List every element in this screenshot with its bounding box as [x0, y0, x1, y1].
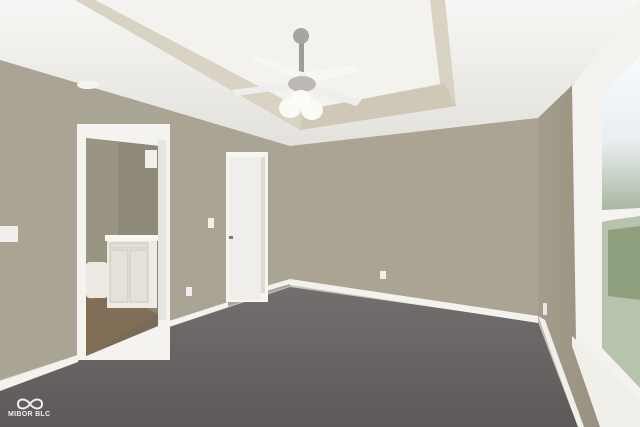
wall-outlet-back [380, 271, 386, 279]
watermark-text: MIBOR BLC [8, 411, 51, 418]
light-switch [208, 218, 214, 228]
bedroom-photo: MIBOR BLC [0, 0, 640, 427]
watermark: MIBOR BLC [8, 397, 56, 421]
mibor-infinity-logo-icon [16, 398, 44, 410]
door-knob [229, 236, 233, 239]
bathroom-mirror-light [145, 150, 157, 168]
wall-outlet [186, 287, 192, 296]
room-scene [0, 0, 640, 427]
closet-door [229, 157, 261, 300]
light-switch-left [0, 226, 18, 242]
toilet [86, 262, 108, 298]
smoke-detector [77, 81, 99, 89]
